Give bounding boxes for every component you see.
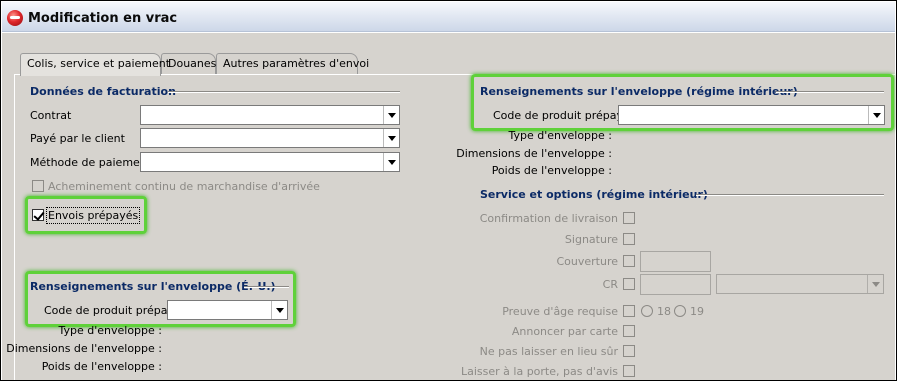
envelope-domestic-code-select[interactable] (618, 105, 885, 125)
envelope-us-dimensions-label: Dimensions de l'enveloppe : (6, 342, 162, 355)
coverage-amount-input[interactable] (640, 251, 711, 272)
app-logo-icon (7, 10, 23, 26)
prepaid-shipments-checkbox[interactable] (32, 209, 44, 221)
envelope-us-divider (244, 286, 289, 288)
chevron-down-icon[interactable] (271, 301, 287, 319)
billing-divider (168, 91, 400, 93)
envelope-domestic-dimensions-label: Dimensions de l'enveloppe : (456, 147, 612, 160)
window-title: Modification en vrac (28, 11, 178, 26)
envelope-domestic-divider (776, 91, 884, 93)
age-proof-checkbox[interactable] (623, 305, 635, 317)
chevron-down-icon[interactable] (383, 106, 399, 124)
card-for-pickup-checkbox[interactable] (623, 325, 635, 337)
title-bar: Modification en vrac (2, 2, 895, 32)
age-proof-label: Preuve d'âge requise (502, 305, 618, 318)
payment-method-label: Méthode de paiement (30, 156, 152, 169)
do-not-leave-safe-label: Ne pas laisser en lieu sûr (479, 345, 618, 358)
services-section-title: Service et options (régime intérieur) (480, 188, 708, 201)
paid-by-label: Payé par le client (30, 132, 125, 145)
age-19-radio[interactable] (674, 305, 686, 317)
cod-checkbox[interactable] (623, 278, 635, 290)
delivery-confirmation-label: Confirmation de livraison (479, 212, 618, 225)
age-19-label: 19 (690, 305, 704, 318)
envelope-us-code-label: Code de produit prépayé (44, 304, 181, 317)
billing-section-title: Données de facturation (30, 85, 176, 98)
envelope-us-section-title: Renseignements sur l'enveloppe (É.-U.) (30, 280, 276, 293)
envelope-us-code-select[interactable] (167, 300, 288, 320)
paid-by-select[interactable] (140, 128, 400, 148)
chevron-down-icon[interactable] (868, 106, 884, 124)
chevron-down-icon[interactable] (867, 275, 883, 293)
coverage-label: Couverture (556, 255, 618, 268)
envelope-domestic-code-label: Code de produit prépayé (493, 109, 630, 122)
signature-label: Signature (564, 233, 618, 246)
signature-checkbox[interactable] (623, 233, 635, 245)
payment-method-select[interactable] (140, 152, 400, 172)
contract-label: Contrat (30, 109, 72, 122)
cod-amount-input[interactable] (640, 274, 711, 295)
cod-label: CR (602, 278, 618, 291)
envelope-domestic-weight-label: Poids de l'enveloppe : (491, 164, 612, 177)
dialog-body: Colis, service et paiement Douanes Autre… (2, 33, 895, 380)
prepaid-shipments-label: Envois prépayés (45, 207, 141, 224)
coverage-checkbox[interactable] (623, 255, 635, 267)
chevron-down-icon[interactable] (383, 129, 399, 147)
card-for-pickup-label: Annoncer par carte (511, 325, 618, 338)
leave-at-door-checkbox[interactable] (623, 365, 635, 377)
contract-select[interactable] (140, 105, 400, 125)
tab-package-service-payment[interactable]: Colis, service et paiement (20, 53, 170, 76)
age-18-label: 18 (657, 305, 671, 318)
envelope-us-type-label: Type d'enveloppe : (58, 324, 162, 337)
services-divider (696, 194, 884, 196)
leave-at-door-label: Laisser à la porte, pas d'avis (460, 365, 618, 378)
continuous-shipment-label: Acheminement continu de marchandise d'ar… (48, 180, 320, 193)
continuous-shipment-checkbox[interactable] (32, 180, 44, 192)
tab-other-shipping-settings[interactable]: Autres paramètres d'envoi (216, 53, 369, 75)
chevron-down-icon[interactable] (383, 153, 399, 171)
envelope-domestic-type-label: Type d'enveloppe : (508, 129, 612, 142)
delivery-confirmation-checkbox[interactable] (623, 212, 635, 224)
envelope-domestic-section-title: Renseignements sur l'enveloppe (régime i… (480, 85, 798, 98)
age-18-radio[interactable] (641, 305, 653, 317)
window: Modification en vrac Colis, service et p… (0, 0, 897, 381)
envelope-us-weight-label: Poids de l'enveloppe : (41, 360, 162, 373)
do-not-leave-safe-checkbox[interactable] (623, 345, 635, 357)
cod-method-select[interactable] (716, 274, 884, 294)
